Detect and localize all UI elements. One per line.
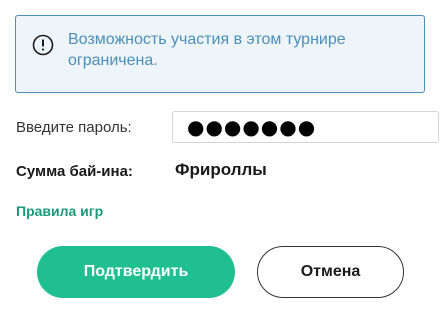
- game-rules-link[interactable]: Правила игр: [16, 203, 103, 219]
- restriction-notice: Возможность участия в этом турнире огран…: [15, 15, 425, 93]
- cancel-button[interactable]: Отмена: [257, 246, 404, 298]
- password-field[interactable]: ●●●●●●●: [172, 111, 439, 143]
- password-label: Введите пароль:: [16, 119, 132, 136]
- buyin-row: Сумма бай-ина: Фрироллы: [16, 160, 436, 186]
- buyin-label: Сумма бай-ина:: [16, 163, 133, 180]
- confirm-button[interactable]: Подтвердить: [37, 246, 235, 298]
- buyin-value: Фрироллы: [175, 160, 267, 179]
- password-row: Введите пароль: ●●●●●●●: [16, 110, 440, 146]
- info-circle-icon: [32, 34, 54, 56]
- notice-text: Возможность участия в этом турнире огран…: [68, 31, 346, 69]
